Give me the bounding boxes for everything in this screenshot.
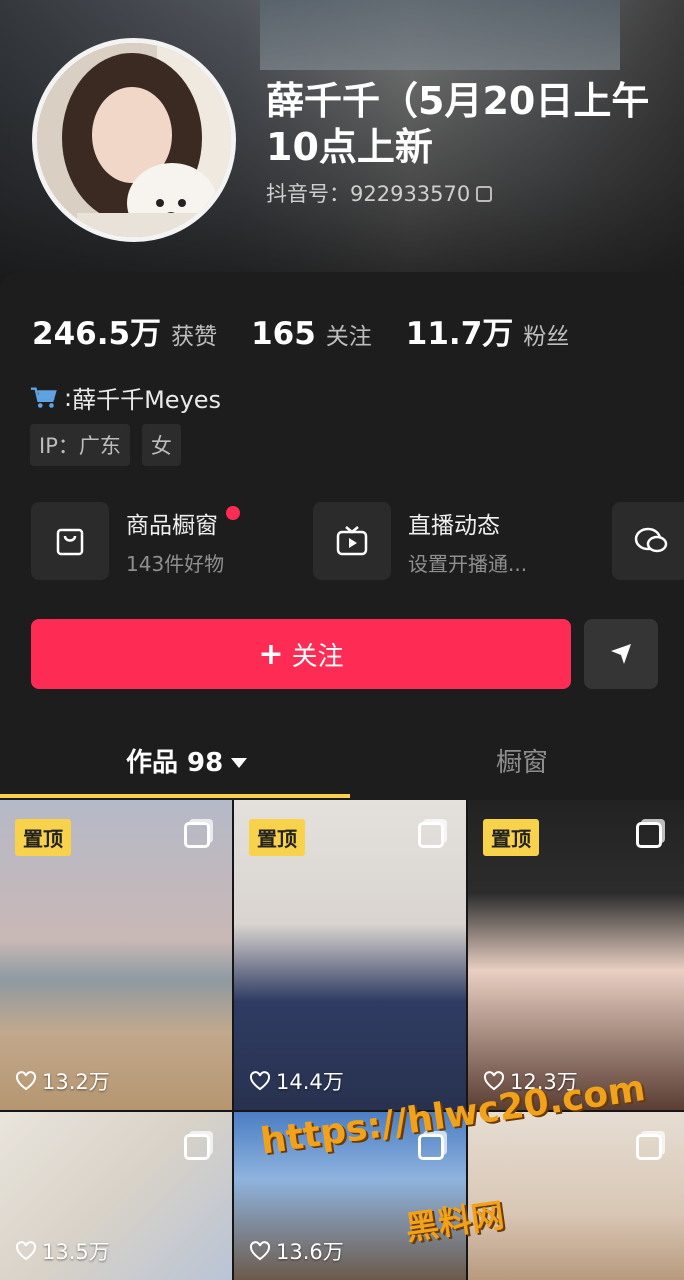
copy-icon[interactable] — [476, 186, 493, 202]
video-thumb-2[interactable]: 置顶 14.4万 — [234, 800, 466, 1110]
pinned-badge: 置顶 — [483, 819, 539, 856]
video-grid: 置顶 13.2万 置顶 14.4万 置顶 12.3万 13.5万 13.6万 — [0, 800, 684, 1280]
tab-indicator — [0, 794, 350, 798]
card-live-title: 直播动态 — [408, 512, 500, 539]
stat-following-label: 关注 — [325, 324, 372, 350]
follow-button-label: 关注 — [291, 641, 344, 672]
stat-followers-value: 11.7万 — [405, 316, 514, 352]
stat-following-value: 165 — [251, 316, 316, 352]
card-shop-window-title: 商品橱窗 — [126, 512, 218, 539]
send-icon — [611, 644, 631, 664]
chevron-down-icon — [231, 758, 248, 768]
stat-likes-value: 246.5万 — [32, 316, 162, 352]
multi-image-icon — [636, 1134, 662, 1160]
multi-image-icon — [184, 822, 210, 848]
card-shop-window-subtitle: 143件好物 — [126, 551, 225, 576]
video-likes-count: 14.4万 — [276, 1070, 344, 1094]
video-likes: 13.5万 — [15, 1236, 110, 1266]
tag-gender: 女 — [141, 424, 181, 466]
tab-works[interactable]: 作品 98 — [126, 742, 248, 779]
tab-window[interactable]: 橱窗 — [496, 742, 548, 779]
notification-dot — [226, 505, 241, 520]
video-thumb-1[interactable]: 置顶 13.2万 — [0, 800, 232, 1110]
stat-likes[interactable]: 246.5万 获赞 — [32, 308, 217, 353]
shop-link[interactable]: : 薛千千Meyes — [30, 380, 221, 415]
video-likes: 14.4万 — [249, 1066, 344, 1096]
stats-row: 246.5万 获赞 165 关注 11.7万 粉丝 — [32, 308, 603, 353]
tv-icon — [313, 502, 391, 580]
video-likes: 13.6万 — [249, 1236, 344, 1266]
stat-likes-label: 获赞 — [171, 324, 218, 350]
tags-row: IP：广东 女 — [30, 424, 181, 466]
avatar[interactable] — [32, 38, 236, 242]
video-thumb-3[interactable]: 置顶 12.3万 — [468, 800, 684, 1110]
shop-prefix: : — [64, 383, 73, 412]
cart-icon — [30, 387, 57, 408]
tag-ip: IP：广东 — [30, 424, 130, 466]
pinned-badge: 置顶 — [15, 819, 71, 856]
stat-followers-label: 粉丝 — [523, 324, 570, 350]
chat-icon — [612, 502, 684, 580]
profile-tabs: 作品 98 橱窗 — [0, 736, 684, 798]
video-thumb-4[interactable]: 13.5万 — [0, 1112, 232, 1280]
multi-image-icon — [418, 822, 444, 848]
douyin-id[interactable]: 抖音号：922933570 — [266, 178, 493, 208]
video-likes: 13.2万 — [15, 1066, 110, 1096]
stat-following[interactable]: 165 关注 — [251, 316, 372, 352]
video-likes-count: 13.6万 — [276, 1240, 344, 1264]
shop-name: 薛千千Meyes — [72, 386, 222, 414]
stat-followers[interactable]: 11.7万 粉丝 — [406, 308, 570, 353]
video-likes-count: 13.2万 — [42, 1070, 110, 1094]
heart-icon — [15, 1241, 37, 1261]
heart-icon — [249, 1071, 271, 1091]
multi-image-icon — [636, 822, 662, 848]
shopping-bag-icon — [31, 502, 109, 580]
card-group-chat[interactable] — [612, 502, 684, 580]
heart-icon — [15, 1071, 37, 1091]
heart-icon — [249, 1241, 271, 1261]
card-shop-window[interactable]: 商品橱窗 143件好物 — [31, 502, 241, 580]
profile-name: 薛千千（5月20日上午10点上新 — [266, 79, 650, 169]
pinned-badge: 置顶 — [249, 819, 305, 856]
multi-image-icon — [184, 1134, 210, 1160]
profile-page: 薛千千（5月20日上午10点上新 抖音号：922933570 246.5万 获赞… — [0, 0, 684, 1280]
plus-icon: + — [258, 636, 284, 672]
card-live[interactable]: 直播动态 设置开播通... — [313, 502, 527, 580]
follow-button[interactable]: + 关注 — [31, 619, 571, 689]
cover-sea — [260, 0, 620, 70]
share-button[interactable] — [584, 619, 658, 689]
card-live-subtitle: 设置开播通... — [408, 551, 528, 576]
tab-works-label: 作品 98 — [126, 748, 224, 778]
video-likes-count: 13.5万 — [42, 1240, 110, 1264]
douyin-id-text: 抖音号：922933570 — [266, 182, 471, 206]
